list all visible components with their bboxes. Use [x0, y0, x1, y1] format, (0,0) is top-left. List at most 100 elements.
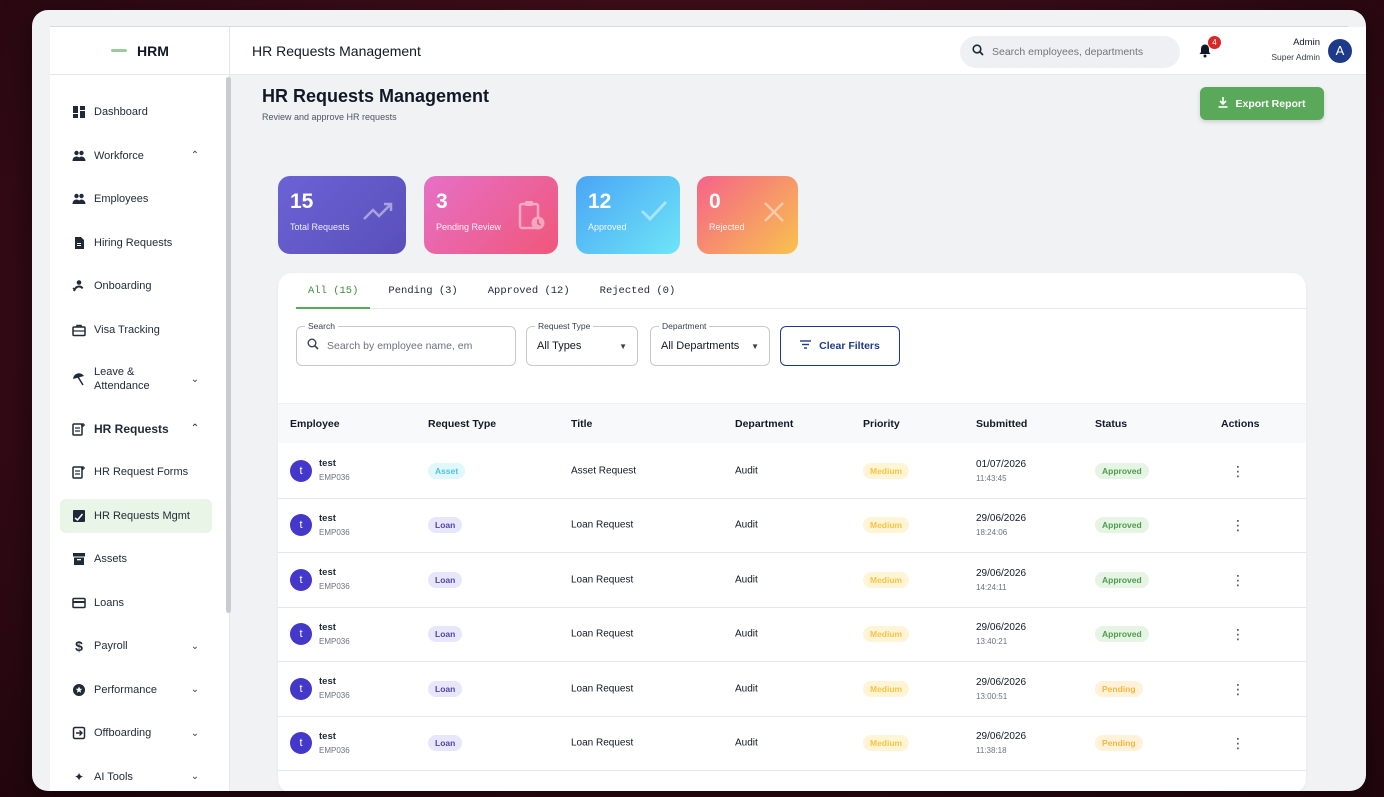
column-header[interactable]: Actions	[1221, 418, 1260, 430]
global-search-input[interactable]	[992, 46, 1168, 58]
submitted-time: 13:00:51	[976, 691, 1008, 701]
person-add-icon	[72, 279, 86, 293]
request-type-badge: Loan	[428, 680, 463, 697]
department-value: All Departments	[661, 340, 740, 352]
employee-id: EMP036	[319, 636, 350, 646]
status-badge: Pending	[1095, 680, 1143, 697]
sidebar-item-hr-request-forms[interactable]: HR Request Forms	[60, 455, 212, 489]
submitted-time: 11:43:45	[976, 473, 1007, 483]
tab-all[interactable]: All (15)	[296, 273, 371, 309]
column-header[interactable]: Status	[1095, 418, 1127, 430]
sidebar-item-ai-tools[interactable]: ✦ AI Tools ⌄	[60, 760, 212, 792]
table-row[interactable]: t test EMP036 Loan Loan Request Audit Me…	[278, 553, 1306, 608]
employee-name: test	[319, 621, 336, 633]
request-type-select[interactable]: Request Type All Types ▼	[526, 321, 638, 366]
more-vert-icon[interactable]: ⋮	[1231, 464, 1245, 478]
status-badge: Approved	[1095, 517, 1149, 534]
status-badge: Pending	[1095, 735, 1143, 752]
department-select[interactable]: Department All Departments ▼	[650, 321, 770, 366]
employee-name: test	[319, 730, 336, 742]
column-header[interactable]: Department	[735, 418, 793, 430]
employee-search-input[interactable]: Search by employee name, em	[327, 340, 472, 352]
department-cell: Audit	[735, 574, 758, 586]
request-type-badge: Loan	[428, 735, 463, 752]
request-title: Loan Request	[571, 628, 634, 640]
sidebar-item-hr-requests[interactable]: HR Requests ⌃	[60, 412, 212, 446]
tab-rejected[interactable]: Rejected (0)	[588, 273, 688, 309]
chevron-down-icon[interactable]: ⌄	[190, 728, 200, 739]
stat-card-approved[interactable]: 12 Approved	[576, 176, 680, 254]
stat-card-pending[interactable]: 3 Pending Review	[424, 176, 558, 254]
request-type-badge: Loan	[428, 517, 463, 534]
employee-avatar: t	[290, 568, 312, 591]
tab-pending[interactable]: Pending (3)	[376, 273, 469, 309]
table-row[interactable]: t test EMP036 Loan Loan Request Audit Me…	[278, 499, 1306, 553]
global-search[interactable]	[960, 36, 1180, 68]
sidebar-item-onboarding[interactable]: Onboarding	[60, 269, 212, 303]
sidebar-item-loans[interactable]: Loans	[60, 586, 212, 620]
sidebar-item-dashboard[interactable]: Dashboard	[60, 95, 212, 129]
table-row[interactable]: t test EMP036 Loan Loan Request Audit Me…	[278, 662, 1306, 717]
chevron-up-icon[interactable]: ⌃	[190, 150, 200, 161]
tab-approved[interactable]: Approved (12)	[476, 273, 582, 309]
table-row[interactable]: t test EMP036 Asset Asset Request Audit …	[278, 444, 1306, 499]
employee-name: test	[319, 567, 336, 578]
status-badge: Approved	[1095, 626, 1149, 643]
sidebar-item-hiring-requests[interactable]: Hiring Requests	[60, 226, 212, 260]
table-body: t test EMP036 Asset Asset Request Audit …	[278, 444, 1306, 771]
more-vert-icon[interactable]: ⋮	[1231, 573, 1245, 587]
sidebar-item-performance[interactable]: Performance ⌄	[60, 673, 212, 707]
more-vert-icon[interactable]: ⋮	[1231, 736, 1245, 750]
stat-card-total[interactable]: 15 Total Requests	[278, 176, 406, 254]
chevron-up-icon[interactable]: ⌃	[190, 423, 200, 434]
user-role: Super Admin	[1271, 52, 1320, 62]
clear-filters-button[interactable]: Clear Filters	[780, 326, 900, 366]
people-icon	[72, 149, 86, 163]
app-window: HRM Dashboard Workforce ⌃ Employees Hiri…	[32, 10, 1366, 791]
sidebar-item-label: Assets	[94, 553, 128, 565]
avatar[interactable]: A	[1328, 39, 1352, 63]
column-header[interactable]: Title	[571, 418, 592, 430]
table-row[interactable]: t test EMP036 Loan Loan Request Audit Me…	[278, 608, 1306, 662]
table-row[interactable]: t test EMP036 Loan Loan Request Audit Me…	[278, 717, 1306, 771]
status-badge: Approved	[1095, 462, 1149, 479]
chevron-down-icon[interactable]: ⌄	[190, 641, 200, 652]
sidebar-item-workforce[interactable]: Workforce ⌃	[60, 139, 212, 173]
more-vert-icon[interactable]: ⋮	[1231, 627, 1245, 641]
sidebar-item-label: Hiring Requests	[94, 236, 173, 249]
close-icon	[762, 200, 786, 229]
request-title: Loan Request	[571, 574, 634, 586]
check-icon	[640, 200, 668, 227]
column-header[interactable]: Request Type	[428, 418, 496, 430]
more-vert-icon[interactable]: ⋮	[1231, 682, 1245, 696]
sidebar-item-hr-requests-mgmt[interactable]: HR Requests Mgmt	[60, 498, 212, 533]
chevron-down-icon[interactable]: ⌄	[190, 684, 200, 695]
column-header[interactable]: Submitted	[976, 418, 1027, 430]
employee-name: test	[319, 458, 336, 469]
employee-id: EMP036	[319, 527, 350, 537]
sidebar-item-employees[interactable]: Employees	[60, 182, 212, 216]
sidebar-item-leave-attendance[interactable]: Leave & Attendance ⌄	[60, 356, 212, 402]
submitted-date: 29/06/2026	[976, 513, 1027, 525]
employee-search-field[interactable]: Search Search by employee name, em	[296, 321, 516, 366]
more-vert-icon[interactable]: ⋮	[1231, 518, 1245, 532]
sidebar-item-offboarding[interactable]: Offboarding ⌄	[60, 716, 212, 750]
sparkle-icon: ✦	[73, 769, 85, 784]
priority-badge: Medium	[863, 517, 910, 534]
stat-card-rejected[interactable]: 0 Rejected	[697, 176, 798, 254]
sidebar-item-payroll[interactable]: $ Payroll ⌄	[60, 629, 212, 663]
user-info[interactable]: Admin Super Admin	[1240, 37, 1320, 62]
sidebar-item-assets[interactable]: Assets	[60, 542, 212, 576]
chevron-down-icon[interactable]: ⌄	[190, 374, 200, 385]
department-cell: Audit	[735, 737, 758, 749]
column-header[interactable]: Employee	[290, 418, 340, 430]
table-header: Employee Request Type Title Department P…	[278, 403, 1306, 443]
sidebar-item-label: Loans	[94, 596, 124, 609]
brand-logo[interactable]: HRM	[50, 27, 230, 75]
sidebar-item-visa-tracking[interactable]: Visa Tracking	[60, 313, 212, 347]
submitted-date: 29/06/2026	[976, 567, 1027, 579]
submitted-date: 29/06/2026	[976, 676, 1027, 688]
chevron-down-icon[interactable]: ⌄	[190, 771, 200, 782]
export-report-button[interactable]: Export Report	[1200, 87, 1324, 120]
column-header[interactable]: Priority	[863, 418, 900, 430]
